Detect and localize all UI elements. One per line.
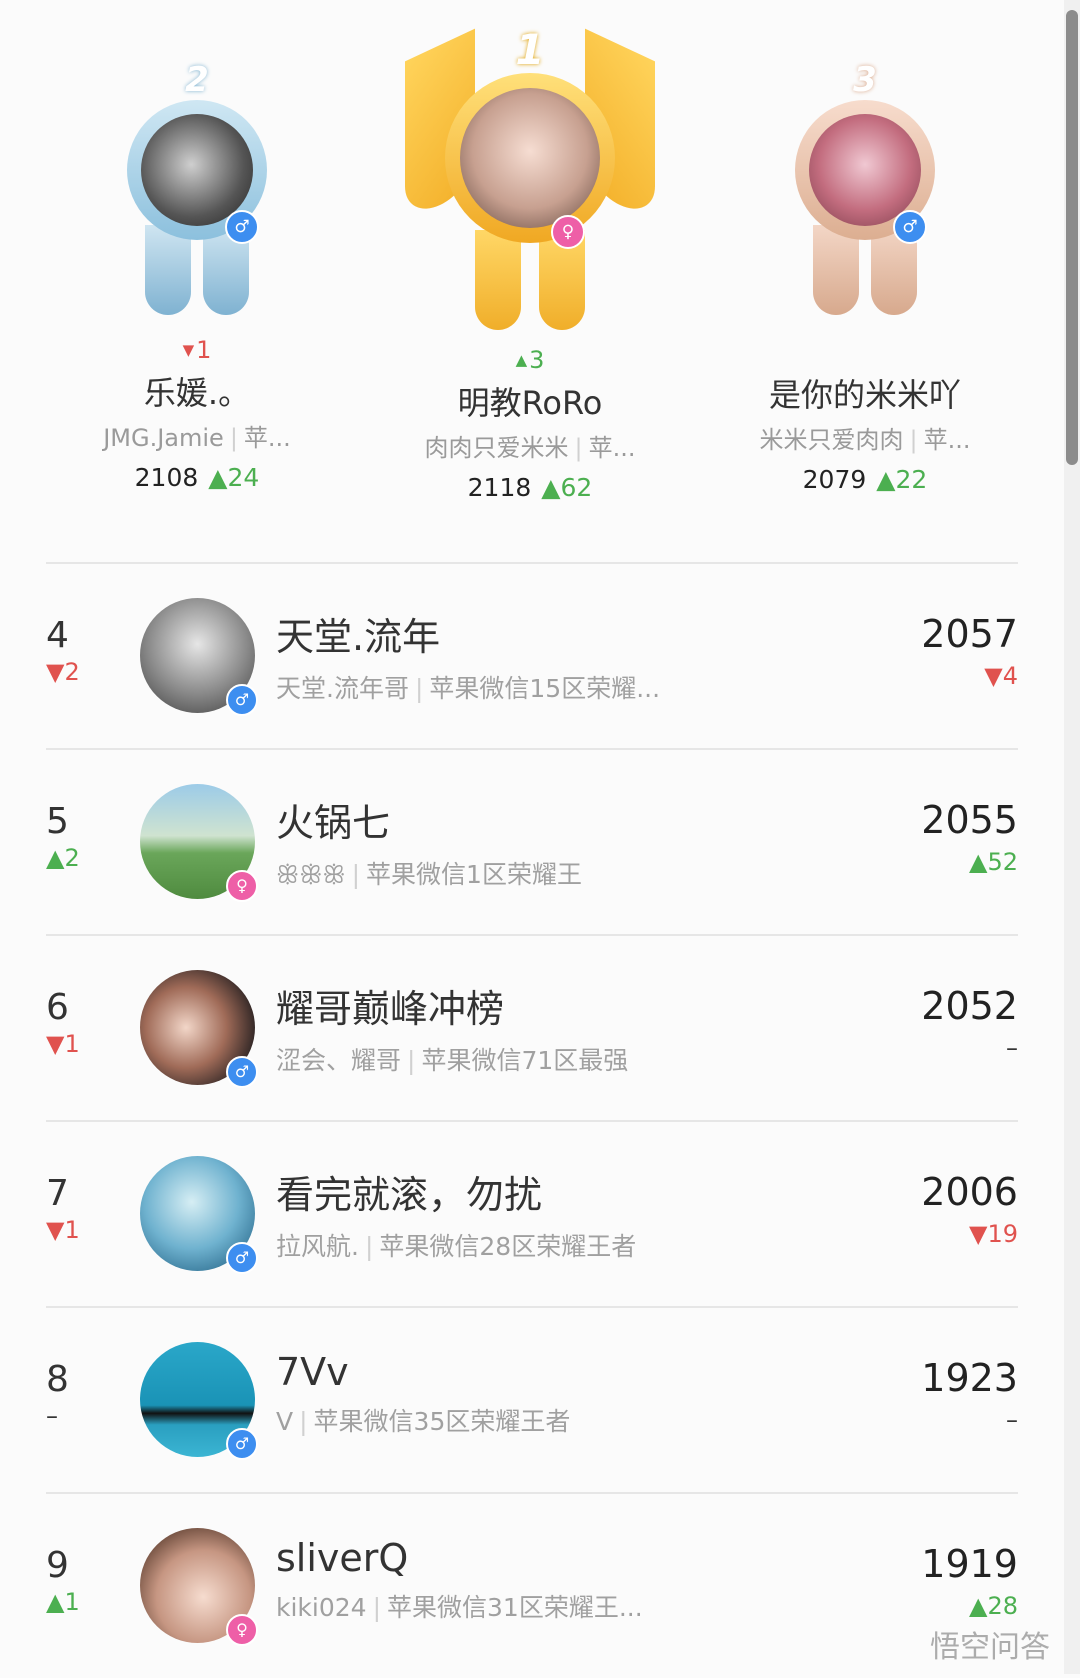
player-name: 天堂.流年 xyxy=(276,615,441,659)
rank-number: 7 xyxy=(46,1173,69,1214)
rank-number: 9 xyxy=(46,1545,69,1586)
player-name: 火锅七 xyxy=(276,801,391,845)
score-change: ▲28 xyxy=(969,1592,1018,1620)
male-icon: ♂ xyxy=(226,1242,258,1274)
player-name: 7Vv xyxy=(276,1350,349,1394)
player-sub: 肉肉只爱米米 | 苹... xyxy=(424,434,636,462)
silver-badge: 2 ♂ xyxy=(107,60,287,330)
player-sub: V | 苹果微信35区荣耀王者 xyxy=(276,1407,571,1436)
player-score: 2052 xyxy=(921,984,1018,1028)
score-change: ▼4 xyxy=(984,662,1018,690)
podium-rank-3[interactable]: 3 ♂ 是你的米米吖 米米只爱肉肉 | 苹... 2079 ▲22 xyxy=(745,60,985,494)
crown-icon: 2 xyxy=(185,60,209,100)
podium-rank-1[interactable]: 1 ♀ ▲3 明教RoRo 肉肉只爱米米 | 苹... 2118 ▲62 xyxy=(400,25,660,502)
podium-rank-2[interactable]: 2 ♂ ▼1 乐媛.。 JMG.Jamie | 苹... 2108 ▲24 xyxy=(82,60,312,492)
female-icon: ♀ xyxy=(551,215,585,249)
rank-number: 4 xyxy=(46,615,69,656)
scrollbar[interactable] xyxy=(1064,0,1080,1674)
list-item[interactable]: 8 – ♂ 7Vv V | 苹果微信35区荣耀王者 1923 – xyxy=(46,1306,1018,1492)
rank-number: 8 xyxy=(46,1359,69,1400)
male-icon: ♂ xyxy=(225,210,259,244)
rank-change: – xyxy=(46,1402,58,1430)
score-change: – xyxy=(1006,1034,1018,1062)
avatar[interactable] xyxy=(809,114,921,226)
crown-icon: 3 xyxy=(853,60,877,100)
player-sub: 涩会、耀哥 | 苹果微信71区最强 xyxy=(276,1046,629,1075)
bronze-badge: 3 ♂ xyxy=(775,60,955,330)
rank-change: ▼2 xyxy=(46,658,80,686)
player-sub: kiki024 | 苹果微信31区荣耀王... xyxy=(276,1593,643,1622)
rank-change: ▼1 xyxy=(182,336,212,364)
player-sub: 天堂.流年哥 | 苹果微信15区荣耀... xyxy=(276,674,661,703)
player-sub: JMG.Jamie | 苹... xyxy=(103,424,291,452)
crown-icon: 1 xyxy=(515,25,545,74)
score-change: ▲52 xyxy=(969,848,1018,876)
player-score: 1923 xyxy=(921,1356,1018,1400)
rank-number: 6 xyxy=(46,987,69,1028)
rank-change: ▲3 xyxy=(515,346,545,374)
player-score: 2006 xyxy=(921,1170,1018,1214)
rank-change: ▲2 xyxy=(46,844,80,872)
player-name: sliverQ xyxy=(276,1536,409,1580)
player-score: 2057 xyxy=(921,612,1018,656)
list-item[interactable]: 4 ▼2 ♂ 天堂.流年 天堂.流年哥 | 苹果微信15区荣耀... 2057 ▼4 xyxy=(46,562,1018,748)
player-score: 2055 xyxy=(921,798,1018,842)
arrow-up-icon: ▲ xyxy=(515,351,528,369)
player-name: 乐媛.。 xyxy=(143,374,251,412)
score-change: – xyxy=(1006,1406,1018,1434)
female-icon: ♀ xyxy=(226,870,258,902)
arrow-down-icon: ▼ xyxy=(182,341,195,359)
female-icon: ♀ xyxy=(226,1614,258,1646)
top-three-podium: 2 ♂ ▼1 乐媛.。 JMG.Jamie|苹... 2108▲24 1 xyxy=(0,0,1064,540)
player-score: 1919 xyxy=(921,1542,1018,1586)
rank-change: ▼1 xyxy=(46,1030,80,1058)
avatar[interactable] xyxy=(141,114,253,226)
rank-change: ▼1 xyxy=(46,1216,80,1244)
list-item[interactable]: 6 ▼1 ♂ 耀哥巅峰冲榜 涩会、耀哥 | 苹果微信71区最强 2052 – xyxy=(46,934,1018,1120)
rank-change: ▲1 xyxy=(46,1588,80,1616)
player-name: 看完就滚，勿扰 xyxy=(276,1173,543,1217)
male-icon: ♂ xyxy=(893,210,927,244)
scrollbar-thumb[interactable] xyxy=(1066,10,1078,465)
player-name: 明教RoRo xyxy=(457,384,603,422)
ranking-list: 4 ▼2 ♂ 天堂.流年 天堂.流年哥 | 苹果微信15区荣耀... 2057 ▼4… xyxy=(46,562,1018,1678)
player-score: 2079 ▲22 xyxy=(802,465,928,494)
rank-number: 5 xyxy=(46,801,69,842)
player-name: 是你的米米吖 xyxy=(768,376,961,414)
player-score: 2118 ▲62 xyxy=(467,473,593,502)
list-item[interactable]: 5 ▲2 ♀ 火锅七 ꕥꕥꕥ | 苹果微信1区荣耀王 2055 ▲52 xyxy=(46,748,1018,934)
player-sub: ꕥꕥꕥ | 苹果微信1区荣耀王 xyxy=(276,860,582,889)
player-name: 耀哥巅峰冲榜 xyxy=(276,987,505,1031)
player-sub: 米米只爱肉肉 | 苹... xyxy=(759,426,971,454)
watermark: 悟空问答 xyxy=(930,1630,1050,1665)
male-icon: ♂ xyxy=(226,1428,258,1460)
gold-badge: 1 ♀ xyxy=(405,25,655,340)
male-icon: ♂ xyxy=(226,1056,258,1088)
list-item[interactable]: 9 ▲1 ♀ sliverQ kiki024 | 苹果微信31区荣耀王... 191… xyxy=(46,1492,1018,1678)
list-item[interactable]: 7 ▼1 ♂ 看完就滚，勿扰 拉风航. | 苹果微信28区荣耀王者 2006 ▼19 xyxy=(46,1120,1018,1306)
player-sub: 拉风航. | 苹果微信28区荣耀王者 xyxy=(276,1232,637,1261)
player-score: 2108 ▲24 xyxy=(134,463,260,492)
rank-change xyxy=(745,336,985,366)
male-icon: ♂ xyxy=(226,684,258,716)
avatar[interactable] xyxy=(460,88,600,228)
score-change: ▼19 xyxy=(969,1220,1018,1248)
